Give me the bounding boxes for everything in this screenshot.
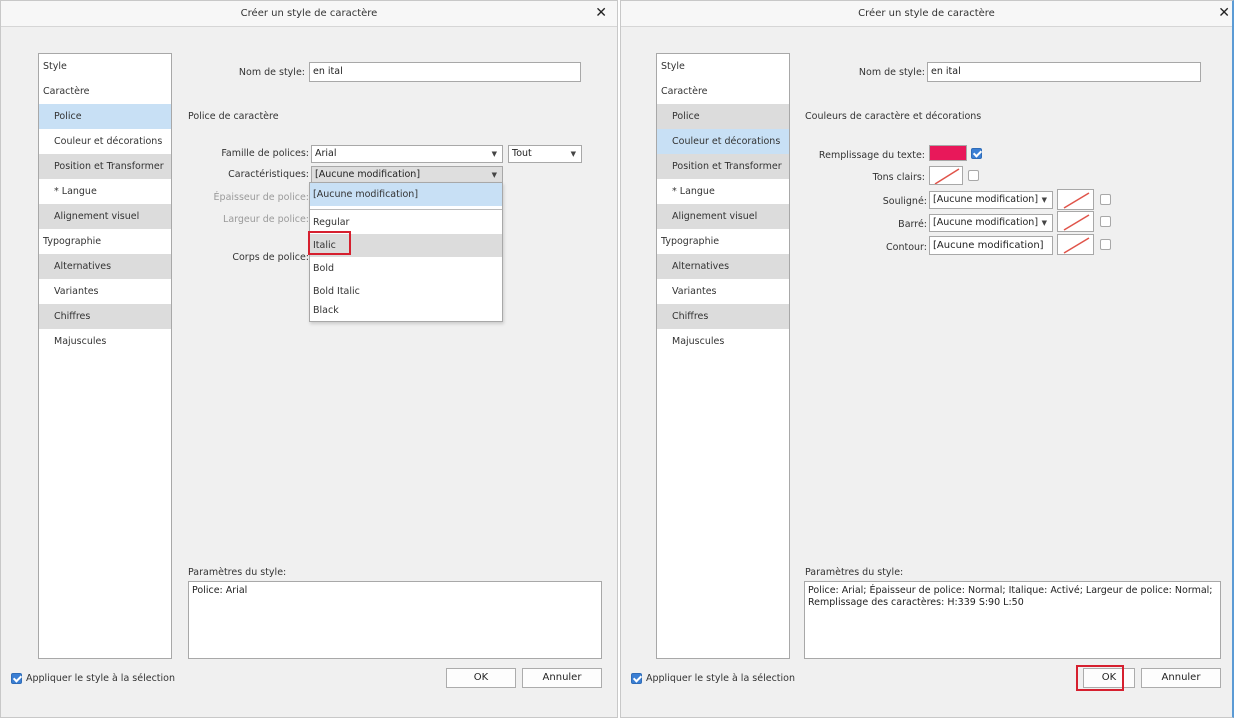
strike-select[interactable]: [Aucune modification] ▼ (929, 214, 1053, 232)
underline-select[interactable]: [Aucune modification] ▼ (929, 191, 1053, 209)
sidebar-item-langue[interactable]: * Langue (39, 179, 171, 204)
outline-label: Contour: (886, 242, 927, 253)
no-color-icon (934, 168, 960, 184)
sidebar-item-majuscules[interactable]: Majuscules (657, 329, 789, 354)
style-name-label: Nom de style: (238, 67, 305, 78)
sidebar-item-alternatives[interactable]: Alternatives (657, 254, 789, 279)
sidebar-item-couleur-et-decorations[interactable]: Couleur et décorations (657, 129, 789, 154)
underline-checkbox[interactable] (1100, 194, 1111, 205)
sidebar-item-position-et-transformer[interactable]: Position et Transformer (657, 154, 789, 179)
no-color-icon (1063, 192, 1090, 209)
outline-color-swatch[interactable] (1057, 234, 1094, 255)
underline-label: Souligné: (882, 196, 927, 207)
chevron-down-icon: ▼ (1041, 219, 1047, 227)
create-character-style-dialog-left: Créer un style de caractère ✕ Style Carac… (0, 0, 618, 718)
sidebar-item-alternatives[interactable]: Alternatives (39, 254, 171, 279)
option-regular[interactable]: Regular (310, 211, 502, 234)
highlight-swatch[interactable] (929, 166, 963, 185)
apply-to-selection-checkbox[interactable] (11, 673, 22, 684)
sidebar-item-caractere[interactable]: Caractère (39, 79, 171, 104)
chevron-down-icon: ▼ (491, 150, 497, 158)
sidebar-item-langue[interactable]: * Langue (657, 179, 789, 204)
sidebar-item-alignement-visuel[interactable]: Alignement visuel (657, 204, 789, 229)
strike-color-swatch[interactable] (1057, 211, 1094, 232)
ok-button[interactable]: OK (446, 668, 516, 688)
chevron-down-icon: ▼ (1041, 196, 1047, 204)
style-name-input[interactable]: en ital (309, 62, 581, 82)
category-sidebar: Style Caractère Police Couleur et décoratio… (38, 53, 172, 659)
sidebar-item-variantes[interactable]: Variantes (657, 279, 789, 304)
underline-color-swatch[interactable] (1057, 189, 1094, 210)
apply-to-selection-checkbox[interactable] (631, 673, 642, 684)
sidebar-item-police[interactable]: Police (39, 104, 171, 129)
underline-value: [Aucune modification] (933, 194, 1039, 205)
separator (310, 209, 502, 210)
no-color-icon (1063, 214, 1090, 231)
strike-label: Barré: (898, 219, 927, 230)
sidebar-item-typographie[interactable]: Typographie (657, 229, 789, 254)
sidebar-item-couleur-et-decorations[interactable]: Couleur et décorations (39, 129, 171, 154)
sidebar-item-style[interactable]: Style (39, 54, 171, 79)
no-color-icon (1063, 237, 1090, 254)
style-name-label: Nom de style: (858, 67, 925, 78)
style-name-input[interactable]: en ital (927, 62, 1201, 82)
highlight-checkbox[interactable] (968, 170, 979, 181)
style-params-box: Police: Arial; Épaisseur de police: Norm… (804, 581, 1221, 659)
font-weight-label: Épaisseur de police: (213, 192, 309, 203)
font-filter-value: Tout (512, 148, 532, 159)
cancel-button[interactable]: Annuler (1141, 668, 1221, 688)
sidebar-item-majuscules[interactable]: Majuscules (39, 329, 171, 354)
font-family-select[interactable]: Arial ▼ (311, 145, 503, 163)
font-width-label: Largeur de police: (223, 214, 309, 225)
characteristics-label: Caractéristiques: (228, 169, 309, 180)
section-heading: Couleurs de caractère et décorations (805, 111, 982, 122)
font-family-label: Famille de polices: (221, 148, 309, 159)
sidebar-item-caractere[interactable]: Caractère (657, 79, 789, 104)
chevron-down-icon: ▼ (570, 150, 576, 158)
create-character-style-dialog-right: Créer un style de caractère ✕ Style Carac… (620, 0, 1234, 718)
text-fill-swatch[interactable] (929, 145, 967, 161)
titlebar: Créer un style de caractère ✕ (621, 1, 1232, 27)
text-fill-checkbox[interactable] (971, 148, 982, 159)
option-no-change[interactable]: [Aucune modification] (310, 183, 502, 206)
style-params-box: Police: Arial (188, 581, 602, 659)
option-bold[interactable]: Bold (310, 257, 502, 280)
apply-to-selection-label: Appliquer le style à la sélection (646, 673, 795, 684)
highlight-label: Tons clairs: (872, 172, 925, 183)
titlebar: Créer un style de caractère ✕ (1, 1, 617, 27)
apply-to-selection-label: Appliquer le style à la sélection (26, 673, 175, 684)
dialog-title: Créer un style de caractère (240, 8, 378, 19)
sidebar-item-police[interactable]: Police (657, 104, 789, 129)
strike-checkbox[interactable] (1100, 216, 1111, 227)
close-icon[interactable]: ✕ (595, 5, 607, 21)
sidebar-item-chiffres[interactable]: Chiffres (39, 304, 171, 329)
cancel-button[interactable]: Annuler (522, 668, 602, 688)
sidebar-item-chiffres[interactable]: Chiffres (657, 304, 789, 329)
characteristics-value: [Aucune modification] (315, 169, 421, 180)
characteristics-dropdown-list: [Aucune modification] Regular Italic Bol… (309, 182, 503, 322)
ok-button[interactable]: OK (1083, 668, 1135, 688)
strike-value: [Aucune modification] (933, 217, 1039, 228)
sidebar-item-variantes[interactable]: Variantes (39, 279, 171, 304)
outline-checkbox[interactable] (1100, 239, 1111, 250)
option-black[interactable]: Black (310, 299, 502, 322)
style-params-label: Paramètres du style: (805, 567, 904, 578)
option-italic[interactable]: Italic (310, 234, 502, 257)
style-params-label: Paramètres du style: (188, 567, 287, 578)
outline-field[interactable]: [Aucune modification] (929, 236, 1053, 255)
sidebar-item-alignement-visuel[interactable]: Alignement visuel (39, 204, 171, 229)
font-family-value: Arial (315, 148, 337, 159)
chevron-down-icon: ▼ (491, 171, 497, 179)
dialog-title: Créer un style de caractère (858, 8, 995, 19)
sidebar-item-position-et-transformer[interactable]: Position et Transformer (39, 154, 171, 179)
section-heading: Police de caractère (188, 111, 279, 122)
sidebar-item-typographie[interactable]: Typographie (39, 229, 171, 254)
font-size-label: Corps de police: (232, 252, 309, 263)
sidebar-item-style[interactable]: Style (657, 54, 789, 79)
text-fill-label: Remplissage du texte: (818, 150, 925, 161)
close-icon[interactable]: ✕ (1218, 5, 1230, 21)
category-sidebar: Style Caractère Police Couleur et décoratio… (656, 53, 790, 659)
font-filter-select[interactable]: Tout ▼ (508, 145, 582, 163)
